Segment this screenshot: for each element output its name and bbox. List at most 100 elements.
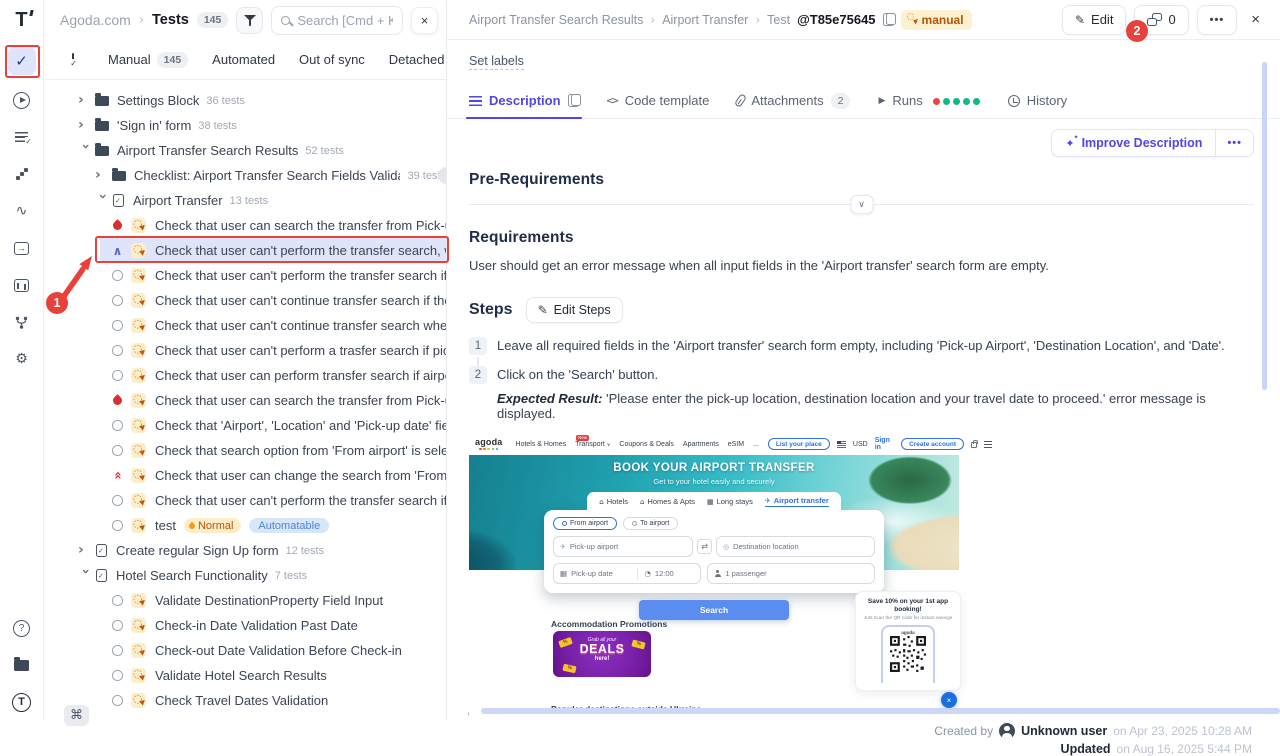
- pencil-icon: ✎: [1075, 13, 1085, 27]
- tree-test-selected[interactable]: ∧Check that user can't perform the trans…: [44, 238, 446, 263]
- copy-description-icon[interactable]: [568, 94, 579, 107]
- set-labels-link[interactable]: Set labels: [469, 54, 524, 70]
- account-avatar[interactable]: T: [8, 690, 36, 714]
- detail-header: Airport Transfer Search Results › Airpor…: [447, 0, 1280, 40]
- breadcrumb-tests[interactable]: Tests: [152, 12, 189, 28]
- sidebar-item-import[interactable]: →: [8, 236, 36, 260]
- run-passed-dot: [943, 98, 950, 105]
- tree-test[interactable]: testNormalAutomatable: [44, 513, 446, 538]
- tree-test[interactable]: Check that search option from 'From airp…: [44, 438, 446, 463]
- projects-button[interactable]: [8, 653, 36, 677]
- filter-button[interactable]: [236, 7, 263, 34]
- attachments-count-badge: 2: [831, 93, 851, 109]
- improve-description-button[interactable]: ✦Improve Description: [1052, 130, 1215, 156]
- play-circle-icon: [13, 92, 30, 109]
- edit-button[interactable]: ✎Edit: [1062, 5, 1126, 35]
- tree-test[interactable]: «Check that user can change the search f…: [44, 463, 446, 488]
- more-button[interactable]: •••: [1197, 5, 1238, 35]
- clock-icon: [1008, 95, 1020, 107]
- close-panel-button[interactable]: ×: [411, 7, 438, 34]
- app-logo[interactable]: T: [15, 8, 27, 34]
- tree-test[interactable]: Validate DestinationProperty Field Input: [44, 588, 446, 613]
- comments-button[interactable]: 0: [1134, 5, 1188, 35]
- sidebar-item-tests[interactable]: ✓: [8, 47, 36, 75]
- copy-id-icon[interactable]: [883, 13, 894, 26]
- close-detail-button[interactable]: ×: [1245, 7, 1266, 32]
- manual-test-icon: [131, 293, 146, 308]
- play-icon: ▶: [878, 96, 885, 106]
- step-text: Click on the 'Search' button.: [497, 366, 658, 384]
- tree-suite[interactable]: ›Create regular Sign Up form12 tests: [44, 538, 446, 563]
- tree-test[interactable]: Check that user can perform transfer sea…: [44, 363, 446, 388]
- search-input[interactable]: [297, 13, 393, 28]
- chevron-down-icon[interactable]: ›: [78, 143, 94, 158]
- tree-test[interactable]: Validate Hotel Search Results: [44, 663, 446, 688]
- chevron-down-icon[interactable]: ›: [95, 193, 111, 208]
- tree-test[interactable]: Check that user can't perform the transf…: [44, 488, 446, 513]
- search-box[interactable]: [271, 6, 403, 35]
- breadcrumb-project[interactable]: Agoda.com: [60, 12, 131, 28]
- tests-count-badge: 145: [197, 12, 229, 28]
- tree-test[interactable]: Check Travel Dates Validation: [44, 688, 446, 713]
- chevron-down-icon[interactable]: ›: [78, 568, 94, 583]
- help-button[interactable]: ?: [8, 616, 36, 640]
- manual-test-icon: [131, 418, 146, 433]
- tree-test[interactable]: Check that user can't perform the transf…: [44, 263, 446, 288]
- chevron-right-icon[interactable]: ›: [95, 167, 110, 183]
- tree-folder[interactable]: ›'Sign in' form38 tests: [44, 113, 446, 138]
- tree-folder[interactable]: ›Airport Transfer Search Results52 tests: [44, 138, 446, 163]
- radio-on-icon: [562, 521, 567, 526]
- detail-breadcrumb-subsuite[interactable]: Airport Transfer: [662, 13, 748, 27]
- command-key-icon[interactable]: ⌘: [64, 705, 89, 726]
- bulk-select-icon[interactable]: [72, 53, 74, 66]
- chevron-right-icon[interactable]: ›: [78, 117, 93, 133]
- test-detail-panel: Airport Transfer Search Results › Airpor…: [446, 0, 1280, 720]
- folder-icon: [95, 121, 109, 131]
- tab-description[interactable]: Description: [469, 83, 579, 118]
- tree-test[interactable]: Check that user can't perform a trasfer …: [44, 338, 446, 363]
- tree-test[interactable]: Check that 'Airport', 'Location' and 'Pi…: [44, 413, 446, 438]
- user-avatar-icon: [999, 723, 1015, 739]
- radio-off-icon: [632, 521, 637, 526]
- tab-runs[interactable]: ▶Runs: [878, 83, 979, 118]
- horizontal-scrollbar[interactable]: [481, 708, 1280, 714]
- tree-test[interactable]: Check that user can't continue transfer …: [44, 313, 446, 338]
- filter-manual[interactable]: Manual145: [108, 52, 188, 68]
- tree-test[interactable]: Check that user can search the transfer …: [44, 388, 446, 413]
- tree-suite[interactable]: ›Hotel Search Functionality7 tests: [44, 563, 446, 588]
- folder-icon: [95, 146, 109, 156]
- tree-test[interactable]: Check that user can't continue transfer …: [44, 288, 446, 313]
- tree-folder[interactable]: ›Settings Block36 tests: [44, 88, 446, 113]
- collapse-section-button[interactable]: ∨: [850, 195, 873, 214]
- detail-breadcrumb-suite[interactable]: Airport Transfer Search Results: [469, 13, 643, 27]
- sidebar-item-analytics[interactable]: [8, 273, 36, 297]
- edit-steps-button[interactable]: ✎Edit Steps: [526, 297, 623, 323]
- tab-code-template[interactable]: <>Code template: [607, 83, 710, 118]
- bar-chart-icon: [14, 279, 29, 292]
- tree-test[interactable]: Check-out Date Validation Before Check-i…: [44, 638, 446, 663]
- flame-icon: [188, 521, 196, 529]
- sidebar-item-runs[interactable]: [8, 88, 36, 112]
- tab-history[interactable]: History: [1008, 83, 1067, 118]
- sidebar-item-integrations[interactable]: [8, 310, 36, 334]
- tree-suite[interactable]: ›Airport Transfer13 tests: [44, 188, 446, 213]
- sidebar-item-milestones[interactable]: [8, 162, 36, 186]
- run-status-dots: [930, 93, 980, 108]
- vertical-scrollbar[interactable]: [1262, 62, 1267, 390]
- sidebar-item-settings[interactable]: ⚙: [8, 347, 36, 371]
- filter-automated[interactable]: Automated: [212, 52, 275, 67]
- tree-test[interactable]: Check that user can search the transfer …: [44, 213, 446, 238]
- tree-folder[interactable]: ›Checklist: Airport Transfer Search Fiel…: [44, 163, 446, 188]
- step-number: 2: [469, 366, 487, 384]
- filter-out-of-sync[interactable]: Out of sync: [299, 52, 365, 67]
- sidebar-item-test-plans[interactable]: [8, 125, 36, 149]
- chevron-right-icon[interactable]: ›: [78, 542, 93, 558]
- chevron-right-icon[interactable]: ›: [78, 92, 93, 108]
- improve-more-button[interactable]: •••: [1215, 130, 1253, 156]
- tree-test[interactable]: Check-in Date Validation Past Date: [44, 613, 446, 638]
- requirements-heading: Requirements: [469, 229, 1254, 247]
- sidebar-item-activity[interactable]: ∿: [8, 199, 36, 223]
- filter-detached[interactable]: Detached: [389, 52, 445, 67]
- tab-attachments[interactable]: Attachments2: [737, 83, 850, 118]
- app-sidebar: T ✓ ∿ → ⚙ ? T: [0, 0, 44, 720]
